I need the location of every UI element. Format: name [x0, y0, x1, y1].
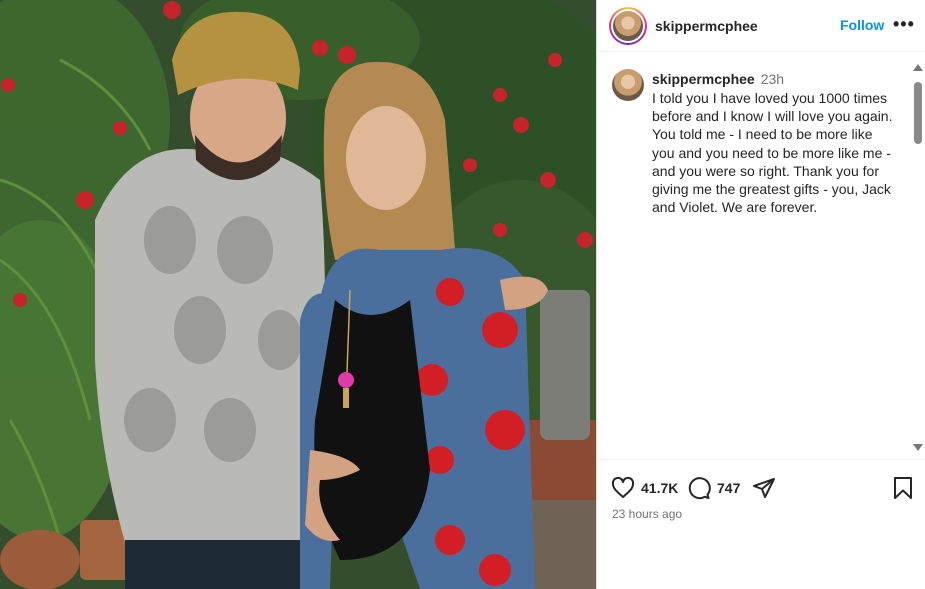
caption-avatar[interactable]	[612, 69, 644, 101]
caption-section: skippermcphee 23h I told you I have loved…	[597, 53, 911, 455]
avatar[interactable]	[613, 11, 643, 41]
caption-scrollbar[interactable]	[911, 62, 925, 454]
caption-username[interactable]: skippermcphee	[652, 71, 755, 87]
caption-time[interactable]: 23h	[761, 71, 784, 87]
follow-button[interactable]: Follow	[840, 17, 884, 33]
scroll-up-arrow-icon[interactable]	[913, 64, 923, 71]
like-count[interactable]: 41.7K	[641, 480, 678, 496]
action-bar: 41.7K 747 23 hours ago	[597, 459, 925, 589]
scroll-thumb[interactable]	[914, 82, 922, 144]
scroll-down-arrow-icon[interactable]	[913, 444, 923, 451]
post-header: skippermcphee Follow •••	[597, 0, 925, 52]
header-username[interactable]: skippermcphee	[655, 18, 758, 34]
heart-icon[interactable]	[611, 476, 635, 500]
story-ring[interactable]	[609, 7, 647, 45]
post-photo[interactable]	[0, 0, 596, 589]
comment-count[interactable]: 747	[717, 480, 740, 496]
caption-text: I told you I have loved you 1000 times b…	[652, 90, 893, 216]
caption-header: skippermcphee 23h	[652, 71, 784, 87]
photo-illustration	[0, 0, 596, 589]
send-icon[interactable]	[752, 476, 776, 500]
post-timestamp[interactable]: 23 hours ago	[612, 507, 682, 521]
bookmark-icon[interactable]	[891, 476, 915, 500]
more-dots-icon[interactable]: •••	[893, 14, 915, 34]
comment-bubble-icon[interactable]	[687, 476, 711, 500]
